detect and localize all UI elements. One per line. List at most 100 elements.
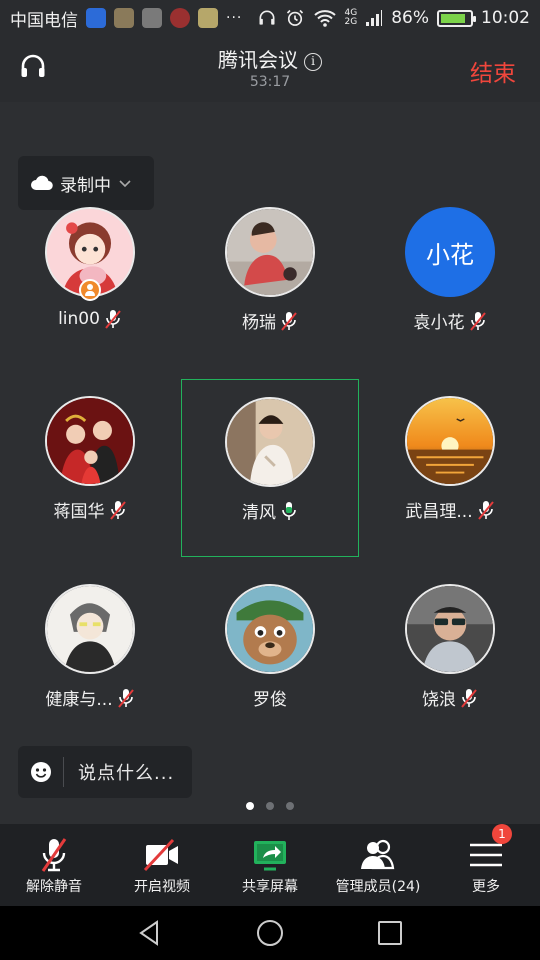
mic-muted-icon (477, 500, 494, 520)
signal-icon (366, 10, 383, 26)
chevron-down-icon (119, 180, 131, 188)
video-off-icon (143, 838, 178, 872)
share-screen-button[interactable]: 共享屏幕 (216, 824, 324, 906)
participant-tile[interactable]: 武昌理... (361, 379, 539, 557)
network-type-bottom: 2G (344, 17, 358, 27)
avatar (405, 396, 495, 486)
participant-tile-speaking[interactable]: 清风 (181, 379, 359, 557)
mic-muted-icon (105, 310, 121, 329)
clock: 10:02 (481, 8, 530, 28)
avatar: 小花 (405, 207, 495, 297)
system-nav-bar (0, 906, 540, 960)
carrier-label: 中国电信 (10, 10, 78, 31)
avatar (405, 584, 495, 674)
chat-input[interactable]: 说点什么... (18, 746, 192, 798)
mic-muted-icon (469, 311, 486, 331)
emoji-icon[interactable] (18, 757, 64, 787)
participant-name: lin00 (58, 309, 100, 329)
page-dot-active[interactable] (246, 802, 254, 810)
mic-muted-icon (41, 838, 67, 872)
network-type: 4G 2G (345, 9, 358, 27)
avatar (225, 397, 315, 487)
manage-members-button[interactable]: 管理成员(24) (324, 824, 432, 906)
participant-name: 蒋国华 (53, 502, 105, 522)
end-meeting-button[interactable]: 结束 (470, 54, 516, 88)
meeting-title-text: 腾讯会议 (218, 48, 298, 72)
participant-name: 饶浪 (422, 690, 456, 710)
page-dot[interactable] (266, 802, 274, 810)
mic-muted-icon (117, 688, 134, 708)
notification-app-icon (86, 8, 106, 28)
avatar (45, 584, 135, 674)
participant-name: 健康与... (45, 690, 113, 710)
meeting-title[interactable]: 腾讯会议 i (0, 44, 540, 73)
participant-tile[interactable]: 杨瑞 (181, 204, 359, 382)
meeting-header: 腾讯会议 i 53:17 结束 (0, 36, 540, 102)
headset-status-icon (259, 10, 274, 25)
meeting-toolbar: 解除静音 开启视频 共享屏幕 管理成员(24) 1 更多 (0, 824, 540, 906)
mic-muted-icon (281, 311, 297, 331)
members-icon (361, 839, 395, 870)
page-dot[interactable] (286, 802, 294, 810)
notification-app-icon (142, 8, 162, 28)
avatar (225, 207, 315, 297)
manage-members-label: 管理成员(24) (335, 879, 421, 895)
chat-placeholder: 说点什么... (78, 763, 175, 784)
participant-name-row: 武昌理... (405, 497, 494, 522)
back-icon[interactable] (135, 918, 165, 948)
battery-icon (437, 9, 476, 27)
participant-tile[interactable]: 小花 袁小花 (361, 204, 539, 382)
participant-name: 杨瑞 (242, 313, 276, 333)
avatar (225, 584, 315, 674)
alarm-icon (286, 9, 303, 26)
unmute-button[interactable]: 解除静音 (0, 824, 108, 906)
more-label: 更多 (472, 879, 500, 895)
page-indicator (0, 802, 540, 810)
share-screen-label: 共享屏幕 (242, 879, 298, 895)
participant-name-row: 蒋国华 (54, 497, 127, 522)
participant-tile[interactable]: lin00 (1, 204, 179, 382)
participant-tile[interactable]: 饶浪 (361, 568, 539, 746)
participant-name-row: 杨瑞 (242, 308, 298, 333)
mic-muted-icon (461, 688, 477, 708)
participant-name-row: lin00 (58, 308, 122, 330)
home-icon[interactable] (255, 918, 285, 948)
participant-tile[interactable]: 蒋国华 (1, 379, 179, 557)
avatar (45, 396, 135, 486)
participant-tile[interactable]: 健康与... (1, 568, 179, 746)
notification-app-icon (198, 8, 218, 28)
participant-name-row: 袁小花 (414, 308, 487, 333)
participant-name-row: 清风 (242, 498, 298, 523)
mic-muted-icon (109, 500, 126, 520)
participant-name: 袁小花 (413, 313, 465, 333)
more-notifications-icon: ··· (226, 10, 243, 26)
battery-percent: 86% (391, 8, 429, 28)
unmute-label: 解除静音 (26, 879, 82, 895)
participant-name-row: 健康与... (45, 685, 134, 710)
host-badge-icon (79, 279, 101, 301)
info-icon[interactable]: i (304, 53, 322, 71)
participant-name-row: 罗俊 (253, 685, 287, 710)
participant-name: 清风 (242, 503, 276, 523)
participant-name: 武昌理... (405, 502, 473, 522)
start-video-label: 开启视频 (134, 879, 190, 895)
notification-app-icon (114, 8, 134, 28)
wifi-icon (313, 10, 336, 27)
start-video-button[interactable]: 开启视频 (108, 824, 216, 906)
notification-badge: 1 (492, 824, 512, 844)
status-bar: 中国电信 ··· 4G 2G 86% 10:02 (0, 0, 540, 36)
meeting-duration: 53:17 (249, 74, 291, 90)
battery-level (441, 13, 466, 23)
recording-indicator[interactable]: 录制中 (18, 156, 154, 210)
more-button[interactable]: 1 更多 (432, 824, 540, 906)
notification-app-icon (170, 8, 190, 28)
cloud-icon (31, 175, 53, 191)
participant-area: 录制中 lin00 杨瑞 小花 袁小花 蒋国华 清风 武昌理... 健康与...… (0, 102, 540, 824)
recent-apps-icon[interactable] (375, 918, 405, 948)
participant-name-row: 饶浪 (422, 685, 478, 710)
participant-tile[interactable]: 罗俊 (181, 568, 359, 746)
recording-label: 录制中 (60, 175, 111, 196)
participant-name: 罗俊 (253, 690, 287, 710)
share-screen-icon (254, 841, 286, 871)
mic-speaking-icon (282, 501, 296, 520)
